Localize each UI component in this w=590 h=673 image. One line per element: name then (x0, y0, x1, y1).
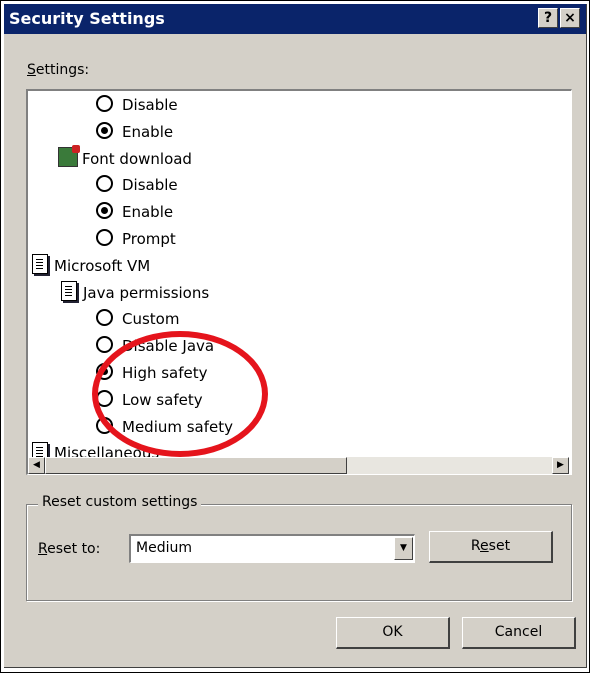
tree-category[interactable]: Java permissions (61, 280, 209, 306)
dialog-title: Security Settings (9, 9, 165, 28)
settings-label-rest: ettings: (35, 62, 90, 78)
radio-option[interactable]: Low safety (96, 387, 203, 413)
reset-to-rest: eset to: (47, 541, 101, 557)
radio-selected-icon[interactable] (96, 363, 113, 380)
radio-option[interactable]: High safety (96, 360, 208, 386)
settings-tree-listbox[interactable]: Disable Enable Font download Disable Enable P… (26, 89, 572, 475)
tree-item-label: Font download (82, 149, 192, 168)
radio-option[interactable]: Medium safety (96, 414, 233, 440)
reset-button[interactable]: Reset (429, 531, 553, 563)
reset-to-dropdown[interactable]: Medium ▼ (129, 534, 415, 563)
scroll-left-arrow-icon[interactable]: ◀ (28, 457, 45, 474)
reset-button-label-mnemonic: e (480, 538, 489, 554)
radio-empty-icon[interactable] (96, 309, 113, 327)
radio-empty-icon[interactable] (96, 175, 113, 193)
tree-category[interactable]: Microsoft VM (32, 253, 150, 279)
radio-empty-icon[interactable] (96, 389, 113, 407)
horizontal-scrollbar[interactable]: ◀ ▶ (28, 457, 569, 474)
horizontal-scroll-thumb[interactable] (45, 457, 347, 474)
settings-label: Settings: (27, 62, 89, 78)
radio-empty-icon[interactable] (96, 336, 113, 354)
tree-item-label: Enable (122, 122, 174, 141)
radio-option[interactable]: Prompt (96, 226, 176, 252)
radio-option[interactable]: Disable (96, 92, 178, 118)
radio-option[interactable]: Enable (96, 119, 173, 145)
tree-item-label: Disable (122, 176, 178, 195)
reset-button-label-r: R (470, 538, 481, 554)
ok-button[interactable]: OK (336, 617, 450, 649)
tree-item-label: Disable (122, 96, 178, 114)
document-icon (32, 254, 48, 275)
radio-option[interactable]: Enable (96, 199, 173, 225)
cancel-button[interactable]: Cancel (462, 617, 576, 649)
reset-button-label-rest: set (488, 538, 511, 554)
reset-group-title: Reset custom settings (38, 494, 202, 510)
reset-to-label: Reset to: (38, 541, 100, 557)
chevron-down-icon[interactable]: ▼ (394, 537, 413, 560)
radio-selected-icon[interactable] (96, 202, 113, 220)
font-download-icon (58, 145, 80, 168)
radio-option[interactable]: Custom (96, 306, 179, 332)
radio-empty-icon[interactable] (96, 95, 113, 112)
title-bar: Security Settings ? × (4, 4, 586, 34)
help-button[interactable]: ? (538, 8, 558, 28)
tree-item-label: High safety (122, 364, 208, 382)
tree-item-label: Medium safety (122, 417, 234, 436)
tree-item-label: Low safety (122, 390, 203, 409)
tree-item-label: Microsoft VM (54, 256, 151, 275)
radio-empty-icon[interactable] (96, 229, 113, 246)
tree-item-label: Custom (122, 310, 180, 329)
radio-option[interactable]: Disable (96, 172, 178, 198)
tree-item-label: Disable Java (122, 337, 215, 356)
reset-to-mnemonic: R (38, 541, 48, 557)
tree-item-label: Prompt (122, 230, 176, 248)
settings-label-mnemonic: S (27, 62, 36, 78)
tree-category[interactable]: Font download (58, 145, 192, 172)
document-icon (61, 281, 77, 302)
radio-empty-icon[interactable] (96, 416, 113, 434)
radio-selected-icon[interactable] (96, 121, 113, 139)
tree-item-label: Java permissions (83, 283, 210, 302)
radio-option[interactable]: Disable Java (96, 333, 214, 359)
tree-item-label: Enable (122, 203, 174, 222)
reset-to-value: Medium (136, 540, 192, 556)
scroll-right-arrow-icon[interactable]: ▶ (552, 457, 569, 474)
close-button[interactable]: × (560, 8, 580, 28)
